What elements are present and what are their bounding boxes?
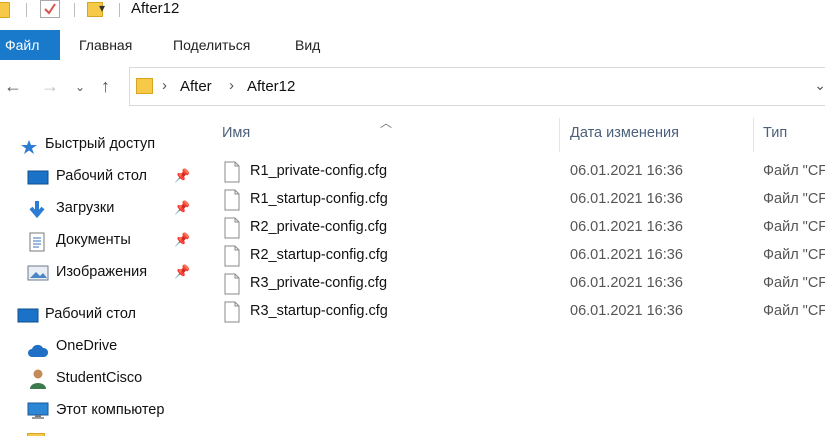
user-icon bbox=[29, 368, 49, 389]
file-icon bbox=[224, 189, 242, 211]
file-date-modified: 06.01.2021 16:36 bbox=[570, 275, 683, 291]
sidebar-item-quick-access[interactable]: Быстрый доступ bbox=[20, 130, 200, 158]
file-name: R3_private-config.cfg bbox=[250, 275, 388, 291]
pin-icon[interactable]: 📌 bbox=[174, 258, 190, 286]
file-name: R1_startup-config.cfg bbox=[250, 191, 388, 207]
column-name[interactable]: Имя bbox=[222, 125, 250, 141]
file-row[interactable]: R3_startup-config.cfg 06.01.2021 16:36 Фай… bbox=[200, 299, 825, 327]
file-icon bbox=[224, 245, 242, 267]
file-type: Файл "CF bbox=[763, 191, 825, 207]
tab-share[interactable]: Поделиться bbox=[165, 30, 258, 60]
file-name: R2_startup-config.cfg bbox=[250, 247, 388, 263]
column-divider[interactable] bbox=[559, 118, 560, 152]
sidebar-item-user[interactable]: StudentCisco bbox=[27, 364, 200, 392]
tab-home[interactable]: Главная bbox=[71, 30, 140, 60]
sidebar-item-desktop-pinned[interactable]: Рабочий стол 📌 bbox=[27, 162, 200, 190]
file-type: Файл "CF bbox=[763, 219, 825, 235]
desktop-icon bbox=[27, 168, 49, 186]
file-name: R3_startup-config.cfg bbox=[250, 303, 388, 319]
sidebar-item-pictures[interactable]: Изображения 📌 bbox=[27, 258, 200, 286]
folder-icon bbox=[136, 78, 153, 94]
back-icon[interactable]: ← bbox=[4, 76, 22, 97]
file-row[interactable]: R3_private-config.cfg 06.01.2021 16:36 Фай… bbox=[200, 271, 825, 299]
properties-icon[interactable] bbox=[40, 0, 60, 18]
download-icon bbox=[27, 200, 47, 219]
column-divider[interactable] bbox=[753, 118, 754, 152]
pictures-icon bbox=[27, 264, 49, 282]
sidebar-item-onedrive[interactable]: OneDrive bbox=[27, 332, 200, 360]
desktop-icon bbox=[17, 306, 39, 324]
breadcrumb-after12[interactable]: After12 bbox=[247, 78, 295, 95]
tab-file[interactable]: Файл bbox=[0, 30, 60, 60]
file-date-modified: 06.01.2021 16:36 bbox=[570, 163, 683, 179]
up-icon[interactable]: ↑ bbox=[101, 76, 110, 97]
file-type: Файл "CF bbox=[763, 247, 825, 263]
separator bbox=[26, 3, 27, 17]
sidebar-item-this-pc[interactable]: Этот компьютер bbox=[27, 396, 200, 424]
file-date-modified: 06.01.2021 16:36 bbox=[570, 303, 683, 319]
separator bbox=[119, 3, 120, 17]
file-date-modified: 06.01.2021 16:36 bbox=[570, 219, 683, 235]
file-icon bbox=[224, 273, 242, 295]
chevron-down-icon[interactable]: ⌄ bbox=[814, 77, 825, 94]
pin-icon[interactable]: 📌 bbox=[174, 162, 190, 190]
column-date-modified[interactable]: Дата изменения bbox=[570, 125, 679, 141]
file-icon bbox=[224, 301, 242, 323]
address-bar[interactable]: › After › After12 ⌄ bbox=[129, 67, 825, 106]
column-header-row: ︿ Имя Дата изменения Тип bbox=[200, 112, 825, 152]
file-type: Файл "CF bbox=[763, 163, 825, 179]
file-type: Файл "CF bbox=[763, 303, 825, 319]
file-name: R2_private-config.cfg bbox=[250, 219, 388, 235]
file-icon bbox=[224, 161, 242, 183]
chevron-right-icon[interactable]: › bbox=[229, 77, 234, 94]
star-icon bbox=[20, 137, 40, 155]
sidebar-item-downloads[interactable]: Загрузки 📌 bbox=[27, 194, 200, 222]
computer-icon bbox=[27, 402, 49, 420]
file-date-modified: 06.01.2021 16:36 bbox=[570, 247, 683, 263]
file-date-modified: 06.01.2021 16:36 bbox=[570, 191, 683, 207]
navigation-pane: Быстрый доступ Рабочий стол 📌 Загрузки 📌… bbox=[0, 120, 200, 436]
file-icon bbox=[224, 217, 242, 239]
forward-icon[interactable]: → bbox=[41, 76, 59, 97]
sort-ascending-icon: ︿ bbox=[380, 116, 393, 130]
file-row[interactable]: R1_startup-config.cfg 06.01.2021 16:36 Фай… bbox=[200, 187, 825, 215]
file-type: Файл "CF bbox=[763, 275, 825, 291]
pin-icon[interactable]: 📌 bbox=[174, 194, 190, 222]
tab-view[interactable]: Вид bbox=[287, 30, 328, 60]
window-title: After12 bbox=[131, 0, 180, 17]
chevron-right-icon[interactable]: › bbox=[162, 77, 167, 94]
file-row[interactable]: R2_startup-config.cfg 06.01.2021 16:36 Фай… bbox=[200, 243, 825, 271]
quick-access-dropdown-icon[interactable]: ▾ bbox=[99, 1, 105, 15]
documents-icon bbox=[29, 232, 49, 252]
breadcrumb-after[interactable]: After bbox=[180, 78, 212, 95]
column-type[interactable]: Тип bbox=[763, 125, 787, 141]
file-name: R1_private-config.cfg bbox=[250, 163, 388, 179]
ribbon: Файл Главная Поделиться Вид bbox=[0, 30, 825, 60]
pin-icon[interactable]: 📌 bbox=[174, 226, 190, 254]
sidebar-item-documents[interactable]: Документы 📌 bbox=[27, 226, 200, 254]
cloud-icon bbox=[27, 340, 49, 358]
navigation-bar: ← → ⌄ ↑ › After › After12 ⌄ bbox=[0, 67, 825, 107]
folder-icon bbox=[0, 2, 10, 18]
recent-locations-icon[interactable]: ⌄ bbox=[75, 80, 85, 94]
separator bbox=[74, 3, 75, 17]
sidebar-item-desktop[interactable]: Рабочий стол bbox=[17, 300, 200, 328]
file-row[interactable]: R2_private-config.cfg 06.01.2021 16:36 Фай… bbox=[200, 215, 825, 243]
file-row[interactable]: R1_private-config.cfg 06.01.2021 16:36 Фай… bbox=[200, 159, 825, 187]
title-bar: ▾ After12 bbox=[0, 0, 825, 26]
